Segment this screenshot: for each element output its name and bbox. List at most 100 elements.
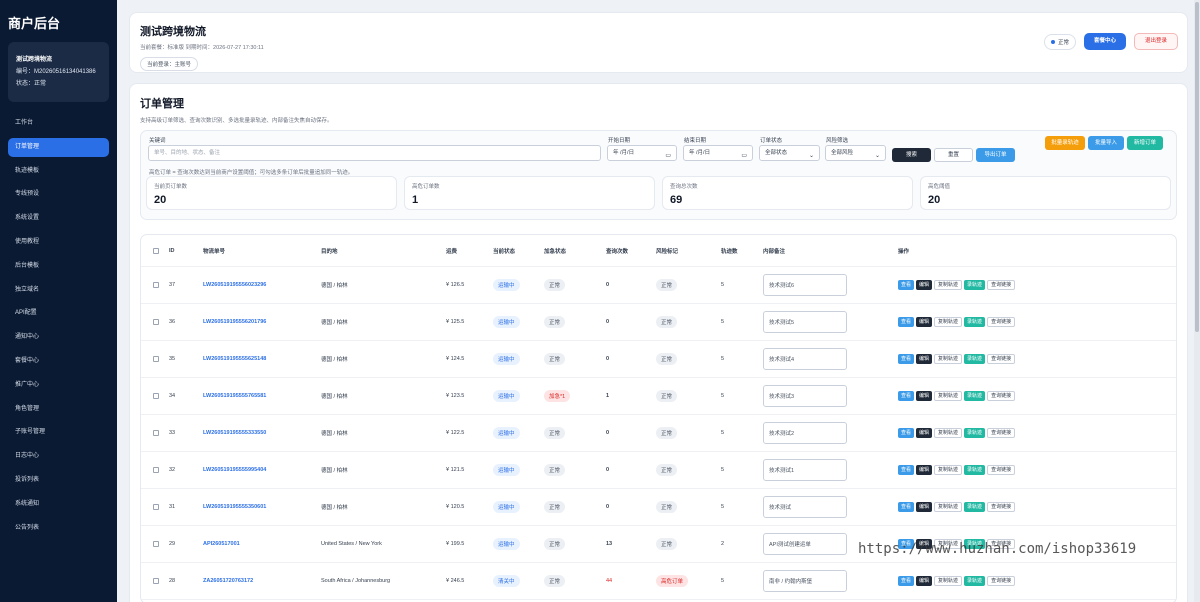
copy-track-button[interactable]: 复制轨迹 bbox=[934, 391, 963, 401]
edit-button[interactable]: 编辑 bbox=[916, 354, 933, 364]
sidebar-item[interactable]: 使用教程 bbox=[8, 233, 109, 252]
row-checkbox[interactable] bbox=[153, 504, 159, 510]
add-track-button[interactable]: 录轨迹 bbox=[964, 354, 986, 364]
copy-track-button[interactable]: 复制轨迹 bbox=[934, 354, 963, 364]
copy-track-button[interactable]: 复制轨迹 bbox=[934, 317, 963, 327]
row-checkbox[interactable] bbox=[153, 319, 159, 325]
logout-button[interactable]: 退出登录 bbox=[1133, 33, 1178, 50]
copy-track-button[interactable]: 复制轨迹 bbox=[934, 428, 963, 438]
view-button[interactable]: 查看 bbox=[898, 465, 915, 475]
internal-note-input[interactable]: 技术测试5 bbox=[763, 311, 847, 333]
view-button[interactable]: 查看 bbox=[898, 317, 915, 327]
view-button[interactable]: 查看 bbox=[898, 391, 915, 401]
scrollbar-thumb[interactable] bbox=[1195, 2, 1199, 332]
batch-import-button[interactable]: 批量导入 bbox=[1088, 136, 1124, 150]
end-date-input[interactable]: 年 /月/日 ▭ bbox=[683, 145, 753, 161]
internal-note-input[interactable]: 技术测试4 bbox=[763, 348, 847, 370]
internal-note-input[interactable]: 技术测试 bbox=[763, 496, 847, 518]
tracking-number-link[interactable]: LW260519195555995404 bbox=[203, 467, 266, 473]
view-button[interactable]: 查看 bbox=[898, 502, 915, 512]
page-scrollbar[interactable] bbox=[1194, 0, 1200, 602]
edit-button[interactable]: 编辑 bbox=[916, 391, 933, 401]
reset-button[interactable]: 重置 bbox=[934, 148, 973, 162]
row-checkbox[interactable] bbox=[153, 578, 159, 584]
internal-note-input[interactable]: 技术测试6 bbox=[763, 274, 847, 296]
edit-button[interactable]: 编辑 bbox=[916, 280, 933, 290]
sidebar-item[interactable]: 角色管理 bbox=[8, 400, 109, 419]
edit-button[interactable]: 编辑 bbox=[916, 576, 933, 586]
sidebar-item[interactable]: 系统通知 bbox=[8, 495, 109, 514]
row-checkbox[interactable] bbox=[153, 393, 159, 399]
view-button[interactable]: 查看 bbox=[898, 576, 915, 586]
export-orders-button[interactable]: 导出订单 bbox=[976, 148, 1015, 162]
sidebar-item[interactable]: 通知中心 bbox=[8, 328, 109, 347]
tracking-number-link[interactable]: LW260519195555765581 bbox=[203, 393, 266, 399]
view-button[interactable]: 查看 bbox=[898, 280, 915, 290]
keyword-input[interactable]: 单号、目的地、状态、备注 bbox=[148, 145, 601, 161]
tracking-number-link[interactable]: LW260519195555625148 bbox=[203, 356, 266, 362]
edit-button[interactable]: 编辑 bbox=[916, 502, 933, 512]
internal-note-input[interactable]: API测试创建运单 bbox=[763, 533, 847, 555]
tracking-number-link[interactable]: LW260519195555350601 bbox=[203, 504, 266, 510]
internal-note-input[interactable]: 技术测试2 bbox=[763, 422, 847, 444]
sidebar-item[interactable]: 公告列表 bbox=[8, 519, 109, 538]
tracking-number-link[interactable]: LW260519195555333550 bbox=[203, 430, 266, 436]
view-button[interactable]: 查看 bbox=[898, 428, 915, 438]
query-link-button[interactable]: 查询链接 bbox=[987, 502, 1016, 512]
sidebar-item[interactable]: 后台模板 bbox=[8, 257, 109, 276]
copy-track-button[interactable]: 复制轨迹 bbox=[934, 502, 963, 512]
add-track-button[interactable]: 录轨迹 bbox=[964, 280, 986, 290]
copy-track-button[interactable]: 复制轨迹 bbox=[934, 280, 963, 290]
edit-button[interactable]: 编辑 bbox=[916, 465, 933, 475]
internal-note-input[interactable]: 技术测试1 bbox=[763, 459, 847, 481]
query-link-button[interactable]: 查询链接 bbox=[987, 317, 1016, 327]
row-checkbox[interactable] bbox=[153, 467, 159, 473]
sidebar-item[interactable]: 日志中心 bbox=[8, 447, 109, 466]
sidebar-item[interactable]: 专线预设 bbox=[8, 185, 109, 204]
plan-center-button[interactable]: 套餐中心 bbox=[1083, 33, 1126, 50]
add-track-button[interactable]: 录轨迹 bbox=[964, 391, 986, 401]
query-link-button[interactable]: 查询链接 bbox=[987, 428, 1016, 438]
sidebar-item[interactable]: 轨迹模板 bbox=[8, 162, 109, 181]
internal-note-input[interactable]: 南非 / 约翰内斯堡 bbox=[763, 570, 847, 592]
copy-track-button[interactable]: 复制轨迹 bbox=[934, 576, 963, 586]
add-track-button[interactable]: 录轨迹 bbox=[964, 465, 986, 475]
tracking-number-link[interactable]: LW260519195556201796 bbox=[203, 319, 266, 325]
tracking-number-link[interactable]: LW260519195556023296 bbox=[203, 282, 266, 288]
row-checkbox[interactable] bbox=[153, 541, 159, 547]
copy-track-button[interactable]: 复制轨迹 bbox=[934, 465, 963, 475]
internal-note-input[interactable]: 技术测试3 bbox=[763, 385, 847, 407]
row-checkbox[interactable] bbox=[153, 356, 159, 362]
batch-track-button[interactable]: 批量录轨迹 bbox=[1045, 136, 1085, 150]
query-link-button[interactable]: 查询链接 bbox=[987, 576, 1016, 586]
start-date-input[interactable]: 年 /月/日 ▭ bbox=[607, 145, 677, 161]
edit-button[interactable]: 编辑 bbox=[916, 428, 933, 438]
sidebar-item[interactable]: 投诉列表 bbox=[8, 471, 109, 490]
sidebar-item[interactable]: API配置 bbox=[8, 304, 109, 323]
search-button[interactable]: 搜索 bbox=[892, 148, 931, 162]
query-link-button[interactable]: 查询链接 bbox=[987, 280, 1016, 290]
order-status-select[interactable]: 全部状态 ⌄ bbox=[759, 145, 820, 161]
sidebar-item[interactable]: 系统设置 bbox=[8, 209, 109, 228]
sidebar-item[interactable]: 独立域名 bbox=[8, 281, 109, 300]
query-link-button[interactable]: 查询链接 bbox=[987, 391, 1016, 401]
tracking-number-link[interactable]: API260517001 bbox=[203, 541, 240, 547]
sidebar-item[interactable]: 订单管理 bbox=[8, 137, 109, 157]
sidebar-item[interactable]: 套餐中心 bbox=[8, 352, 109, 371]
row-checkbox[interactable] bbox=[153, 430, 159, 436]
tracking-number-link[interactable]: ZA26051720763172 bbox=[203, 578, 253, 584]
query-link-button[interactable]: 查询链接 bbox=[987, 354, 1016, 364]
select-all-checkbox[interactable] bbox=[153, 247, 159, 254]
add-track-button[interactable]: 录轨迹 bbox=[964, 428, 986, 438]
add-track-button[interactable]: 录轨迹 bbox=[964, 502, 986, 512]
view-button[interactable]: 查看 bbox=[898, 354, 915, 364]
sidebar-item[interactable]: 推广中心 bbox=[8, 376, 109, 395]
add-track-button[interactable]: 录轨迹 bbox=[964, 576, 986, 586]
sidebar-item[interactable]: 工作台 bbox=[8, 114, 109, 133]
add-track-button[interactable]: 录轨迹 bbox=[964, 317, 986, 327]
new-order-button[interactable]: 新增订单 bbox=[1127, 136, 1163, 150]
edit-button[interactable]: 编辑 bbox=[916, 317, 933, 327]
risk-filter-select[interactable]: 全部风险 ⌄ bbox=[825, 145, 886, 161]
row-checkbox[interactable] bbox=[153, 282, 159, 288]
sidebar-item[interactable]: 子账号管理 bbox=[8, 423, 109, 442]
